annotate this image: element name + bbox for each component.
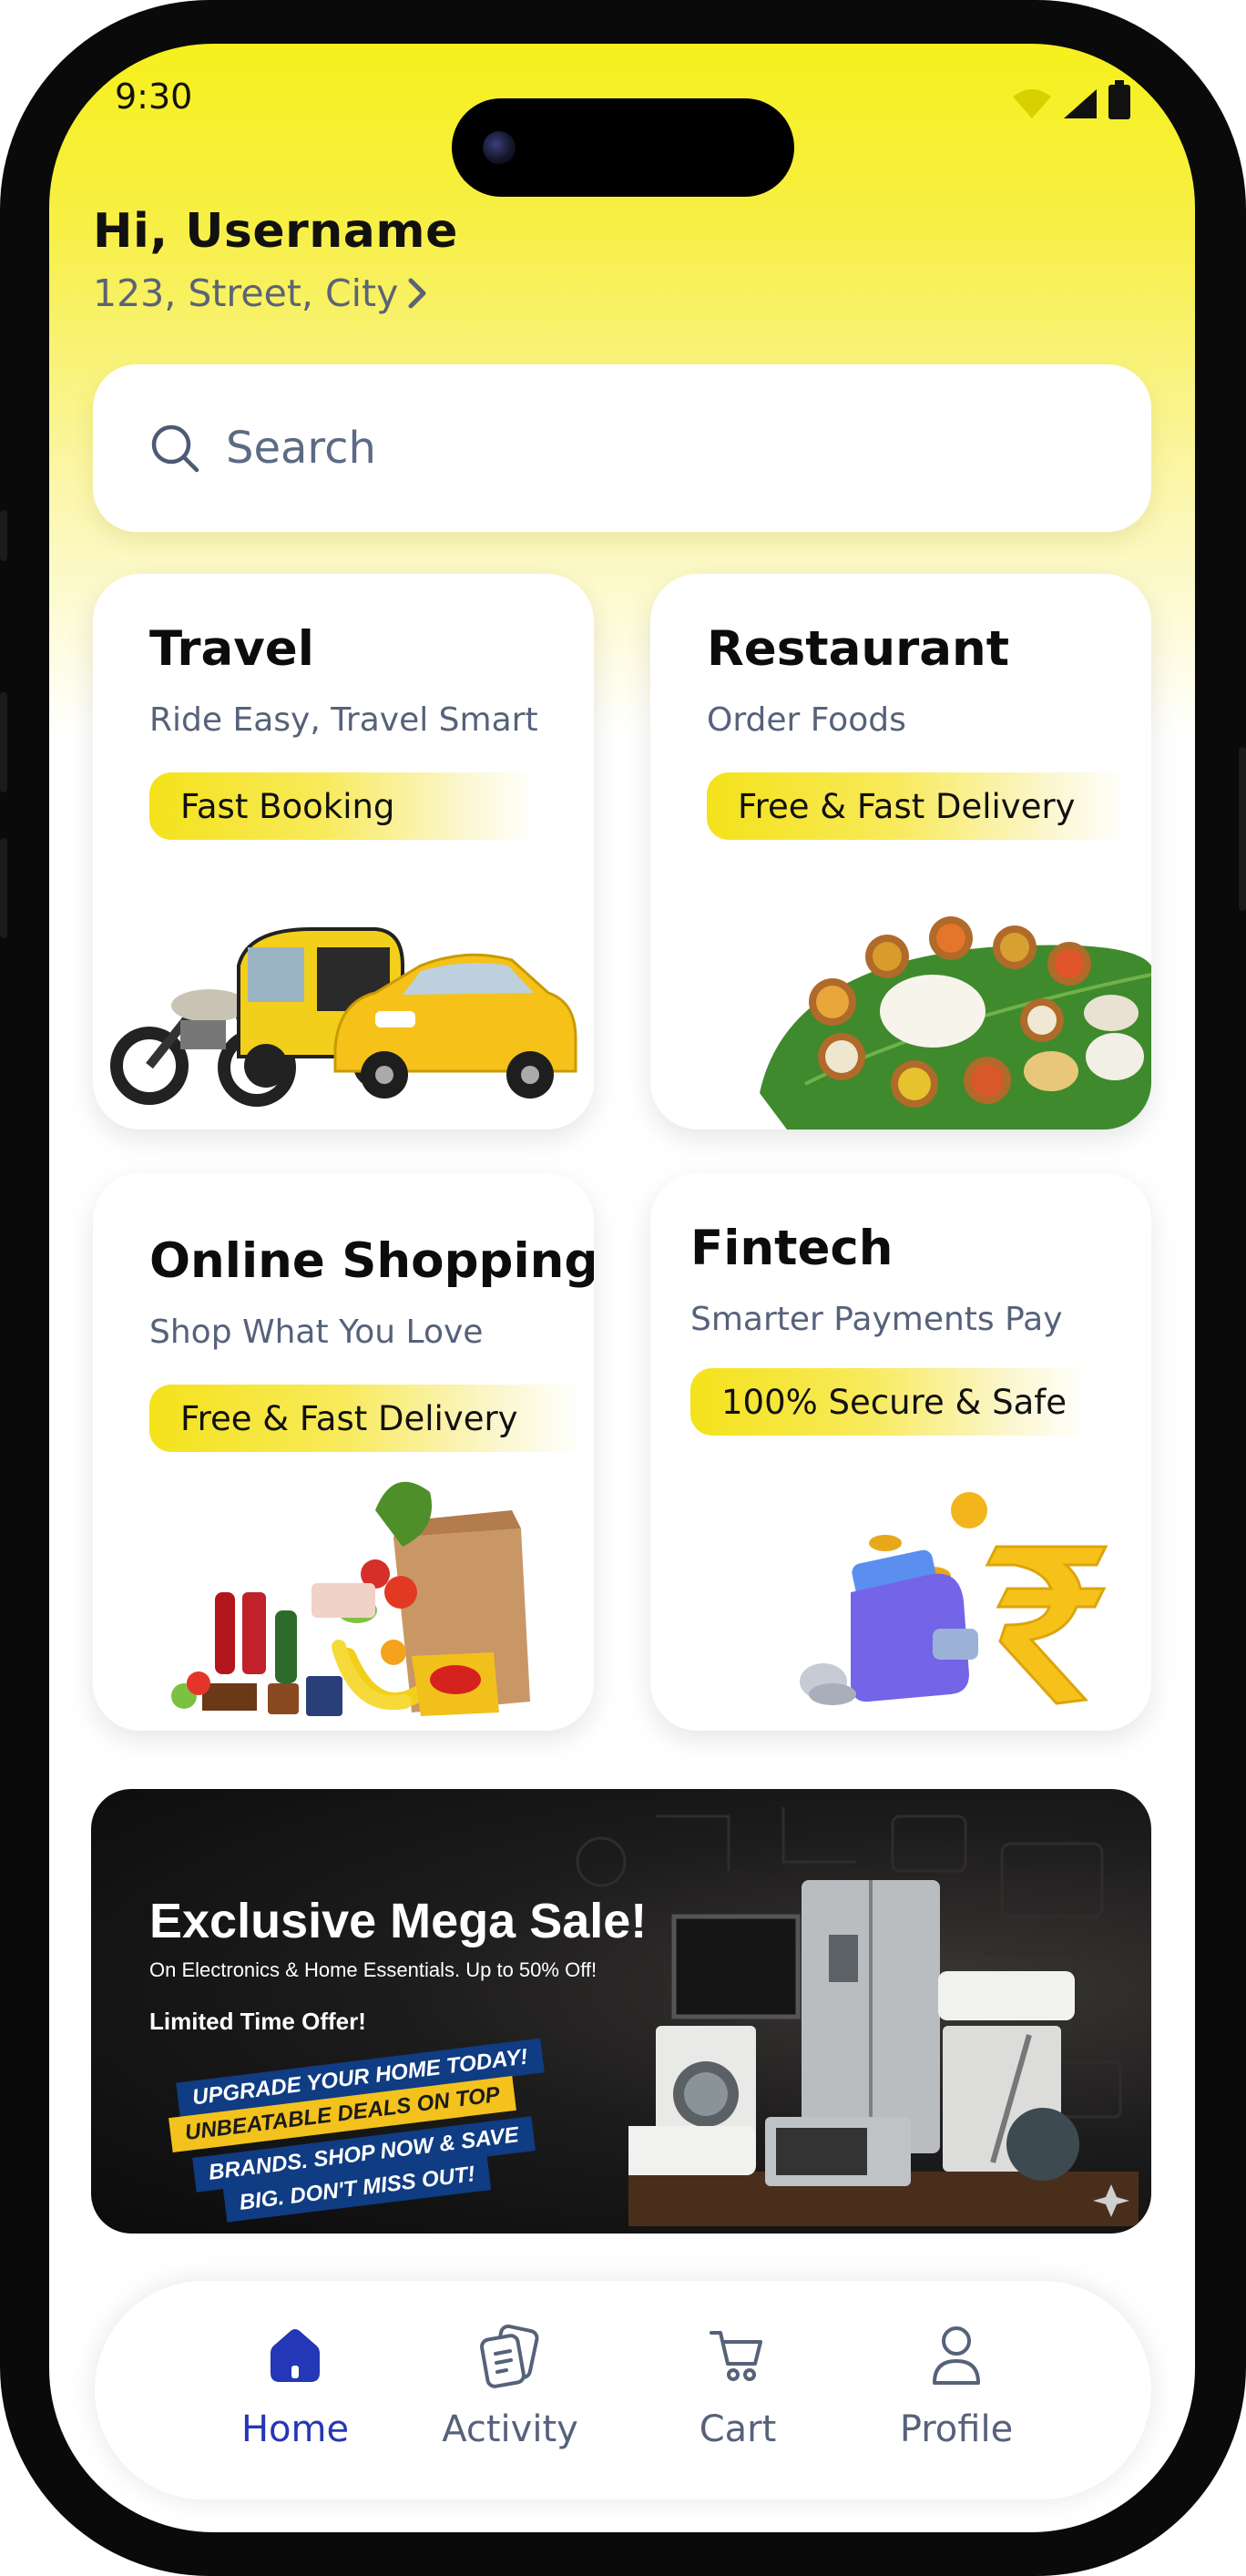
nav-label: Cart: [699, 2408, 777, 2450]
card-subtitle: Smarter Payments Pay: [690, 1301, 1063, 1338]
search-bar[interactable]: Search: [93, 364, 1151, 532]
search-input[interactable]: Search: [226, 423, 376, 474]
phone-frame: 9:30 Hi, Username 123, Street, City Sear…: [0, 0, 1246, 2576]
greeting-block: Hi, Username 123, Street, City: [93, 204, 458, 315]
banner-subline: On Electronics & Home Essentials. Up to …: [149, 1958, 597, 1981]
search-icon: [151, 424, 199, 473]
status-time: 9:30: [115, 77, 193, 117]
banner-ribbon: UPGRADE YOUR HOME TODAY! UNBEATABLE DEAL…: [146, 2038, 574, 2223]
chevron-right-icon: [408, 278, 426, 309]
side-button: [1239, 747, 1246, 911]
tv-icon: [671, 1914, 801, 2019]
camera-icon: [483, 131, 516, 164]
card-title: Fintech: [690, 1221, 894, 1276]
card-title: Travel: [149, 621, 314, 677]
card-title: Restaurant: [707, 621, 1010, 677]
card-badge: Fast Booking: [149, 772, 536, 840]
banner-headline: Exclusive Mega Sale!: [149, 1894, 648, 1948]
microwave-icon: [765, 2117, 911, 2186]
address-link[interactable]: 123, Street, City: [93, 271, 458, 315]
banner-tagline: Limited Time Offer!: [149, 2008, 366, 2035]
card-subtitle: Shop What You Love: [149, 1314, 484, 1351]
greeting-title: Hi, Username: [93, 204, 458, 259]
side-button: [0, 510, 7, 561]
signal-icon: [1064, 89, 1097, 118]
card-badge: Free & Fast Delivery: [707, 772, 1129, 840]
wallet-rupee-illustration: [800, 1492, 1108, 1705]
card-title: Online Shopping: [149, 1233, 594, 1289]
nav-item-profile[interactable]: Profile: [865, 2319, 1047, 2450]
side-button: [0, 838, 7, 938]
address-text: 123, Street, City: [93, 271, 399, 315]
nav-label: Activity: [442, 2408, 578, 2450]
app-screen: 9:30 Hi, Username 123, Street, City Sear…: [49, 44, 1195, 2532]
groceries-illustration: [171, 1481, 530, 1716]
home-icon: [271, 2329, 320, 2382]
category-card-restaurant[interactable]: Restaurant Order Foods Free & Fast Deliv…: [650, 574, 1151, 1130]
wifi-icon: [1013, 89, 1051, 118]
activity-icon: [480, 2324, 539, 2388]
card-subtitle: Ride Easy, Travel Smart: [149, 701, 538, 739]
profile-icon: [933, 2326, 980, 2385]
card-badge: 100% Secure & Safe: [690, 1368, 1086, 1436]
bottom-nav: Home Activity Cart Profile: [95, 2281, 1151, 2499]
appliances-illustration: [628, 1880, 1139, 2226]
nav-item-activity[interactable]: Activity: [419, 2319, 601, 2450]
category-card-travel[interactable]: Travel Ride Easy, Travel Smart Fast Book…: [93, 574, 594, 1130]
side-button: [0, 692, 7, 792]
nav-label: Home: [240, 2408, 350, 2450]
vehicles-illustration: [110, 927, 577, 1107]
nav-item-cart[interactable]: Cart: [647, 2319, 829, 2450]
food-platter-illustration: [760, 916, 1151, 1130]
category-card-online-shopping[interactable]: Online Shopping Shop What You Love Free …: [93, 1173, 594, 1731]
battery-icon: [1108, 80, 1130, 119]
promo-banner[interactable]: Exclusive Mega Sale! On Electronics & Ho…: [91, 1789, 1151, 2234]
dynamic-island: [452, 98, 794, 197]
card-badge: Free & Fast Delivery: [149, 1385, 581, 1452]
cart-icon: [710, 2331, 762, 2381]
nav-item-home[interactable]: Home: [204, 2319, 386, 2450]
nav-label: Profile: [899, 2408, 1014, 2450]
status-icons: [1011, 80, 1131, 120]
fridge-icon: [802, 1880, 940, 2153]
card-subtitle: Order Foods: [707, 701, 906, 739]
category-card-fintech[interactable]: Fintech Smarter Payments Pay 100% Secure…: [650, 1173, 1151, 1731]
